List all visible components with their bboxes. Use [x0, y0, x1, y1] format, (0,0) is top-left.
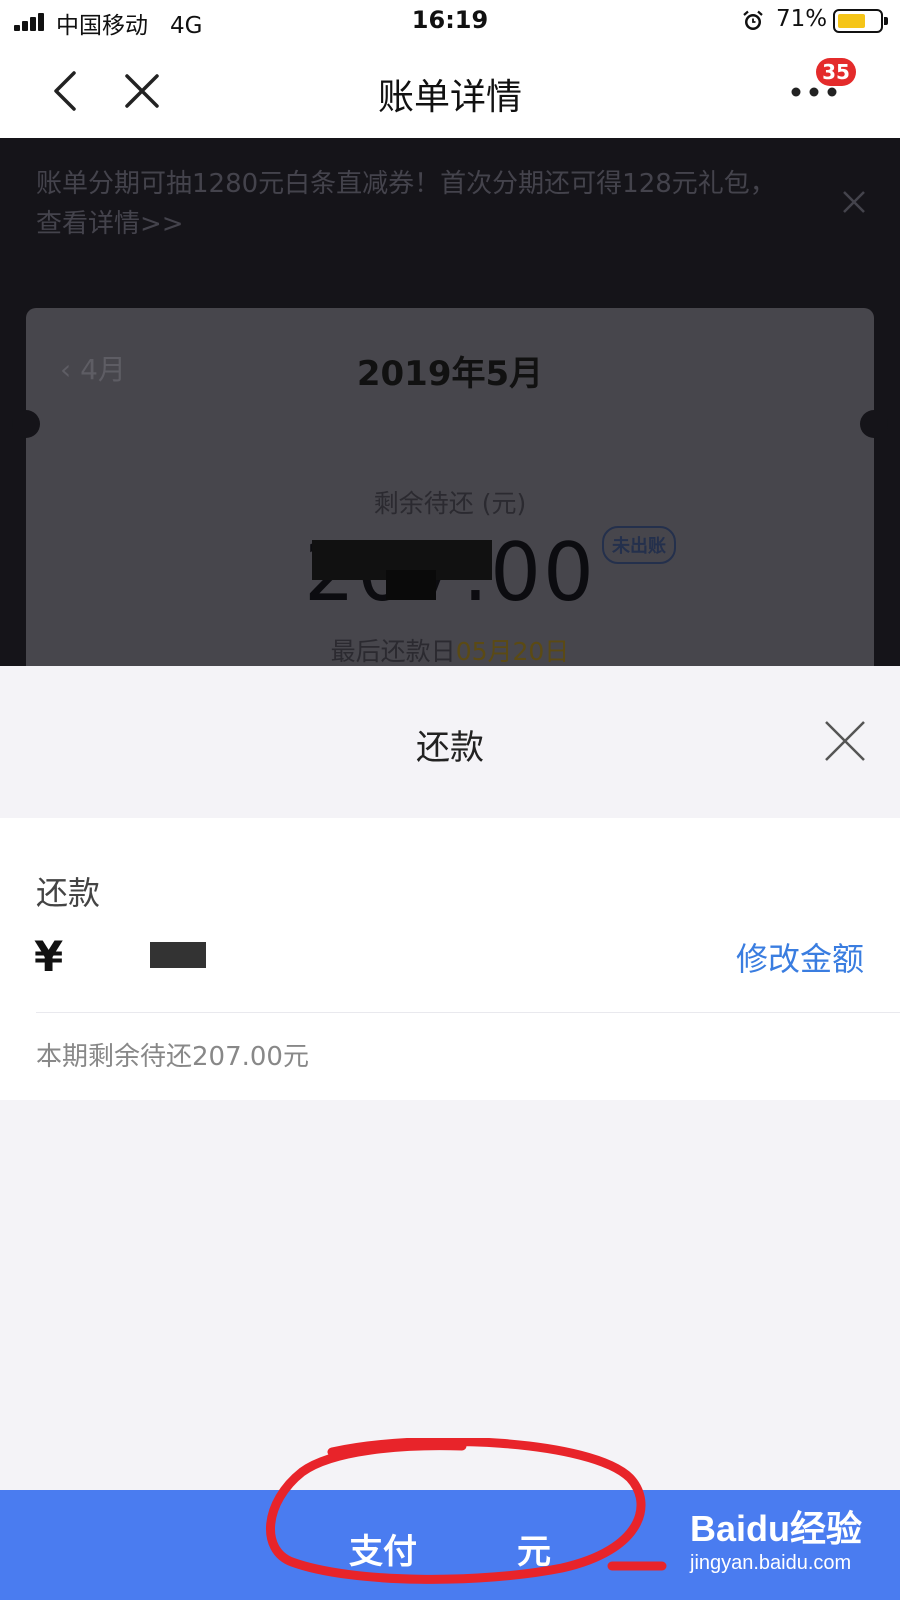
- remain-label: 剩余待还 (元): [373, 489, 527, 518]
- modal-title: 还款: [416, 728, 484, 768]
- edit-amount-link[interactable]: 修改金额: [0, 934, 864, 980]
- card-notch-right: [860, 410, 888, 438]
- redaction-block: [386, 570, 436, 600]
- battery-percent: 71%: [776, 6, 828, 32]
- card-notch-left: [12, 410, 40, 438]
- bill-card: ‹ 4月 2019年5月 剩余待还 (元) 207.00 未出账 最后还款日05…: [12, 308, 888, 666]
- alarm-icon: [743, 10, 763, 30]
- promo-banner[interactable]: 账单分期可抽1280元白条直减券！首次分期还可得128元礼包，查看详情>>: [36, 164, 776, 244]
- repay-card: 还款 ¥ 修改金额 本期剩余待还207.00元: [0, 818, 900, 1100]
- page-title: 账单详情: [377, 77, 522, 118]
- nav-bar: 账单详情 35: [0, 44, 900, 138]
- current-month: 2019年5月: [356, 354, 544, 394]
- status-time: 16:19: [411, 6, 489, 34]
- status-badge: 未出账: [602, 526, 676, 564]
- annotation-circle: [266, 1438, 667, 1584]
- page-overlay[interactable]: 账单分期可抽1280元白条直减券！首次分期还可得128元礼包，查看详情>> ‹ …: [0, 138, 900, 666]
- watermark-logo: Baidu经验: [690, 1508, 863, 1549]
- more-icon[interactable]: [790, 86, 838, 98]
- status-bar: 中国移动 4G 16:19 71%: [0, 0, 900, 44]
- due-date: 05月20日: [455, 637, 570, 666]
- modal-close-icon[interactable]: [824, 720, 866, 762]
- modal-header: 还款: [0, 666, 900, 818]
- divider: [36, 1012, 900, 1013]
- period-remain-text: 本期剩余待还207.00元: [36, 1042, 309, 1072]
- repay-label: 还款: [36, 874, 101, 912]
- due-date-line: 最后还款日05月20日: [330, 637, 570, 666]
- watermark-url: jingyan.baidu.com: [690, 1552, 852, 1574]
- battery-icon: [833, 9, 888, 33]
- notification-badge: 35: [816, 58, 856, 86]
- banner-close-icon[interactable]: [842, 190, 866, 214]
- watermark: Baidu经验 jingyan.baidu.com: [690, 1496, 890, 1586]
